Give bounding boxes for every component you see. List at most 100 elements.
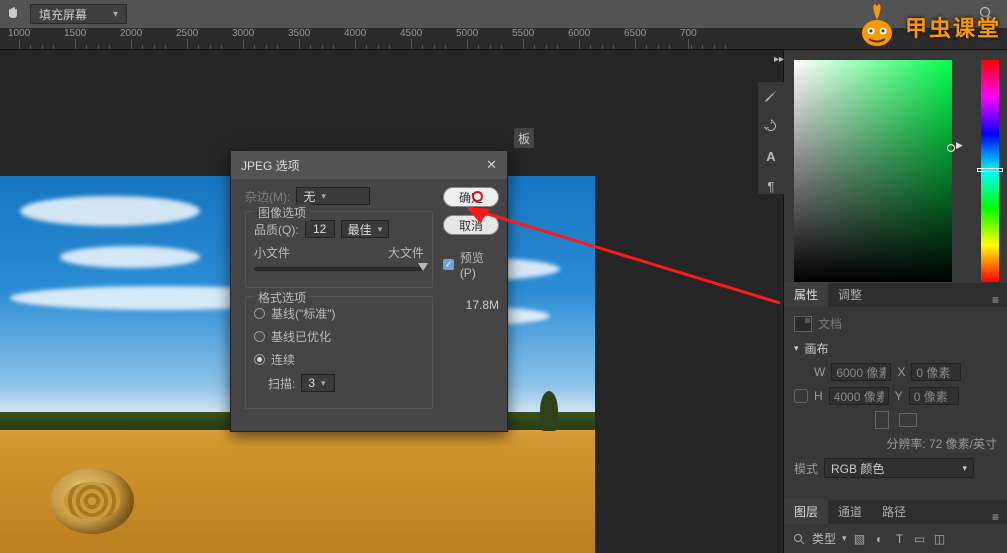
ruler-tick: 4000 (344, 28, 366, 39)
brush-icon[interactable] (763, 88, 779, 104)
canvas-area[interactable]: 板 JPEG 选项 ✕ 杂边(M): 无 ▾ 图像选项 (0, 50, 783, 553)
ruler-tick: 1500 (64, 28, 86, 39)
ruler-tick: 2500 (176, 28, 198, 39)
format-options-group: 格式选项 基线("标准") 基线已优化 连续 (245, 296, 433, 409)
ruler-tick: 6000 (568, 28, 590, 39)
color-field[interactable] (794, 60, 952, 282)
canvas-section-toggle[interactable]: ▾ 画布 (794, 340, 997, 357)
matte-dropdown: 无 ▾ (296, 187, 370, 205)
x-field[interactable] (911, 363, 961, 381)
image-options-group: 图像选项 品质(Q): 最佳 ▾ 小文件 大文件 (245, 211, 433, 288)
chevron-down-icon: ▾ (962, 463, 967, 474)
quality-preset-dropdown[interactable]: 最佳 ▾ (341, 220, 390, 238)
ok-button[interactable]: 确定 (443, 187, 499, 207)
layers-filter-bar: 类型 ▾ ▧ ◐ T ▭ ◫ (784, 524, 1007, 553)
hand-tool-icon (6, 6, 20, 23)
scans-value: 3 (308, 376, 315, 390)
radio-baseline-standard[interactable]: 基线("标准") (254, 305, 424, 322)
y-label: Y (895, 389, 903, 403)
history-icon[interactable] (763, 118, 779, 134)
cancel-button[interactable]: 取消 (443, 215, 499, 235)
quality-preset-value: 最佳 (348, 221, 372, 238)
quality-input[interactable] (305, 220, 335, 238)
tab-paths[interactable]: 路径 (872, 499, 916, 524)
doc-type-label: 文档 (818, 315, 842, 332)
x-label: X (897, 365, 905, 379)
radio-icon (254, 354, 265, 365)
height-label: H (814, 389, 823, 403)
close-icon[interactable]: ✕ (486, 157, 497, 173)
orientation-portrait-icon[interactable] (875, 411, 889, 429)
panel-menu-icon[interactable]: ≡ (984, 510, 1007, 524)
field-arrow-icon: ▶ (956, 140, 963, 151)
group-title-image-options: 图像选项 (254, 204, 310, 221)
collapsed-panel-strip: A ¶ (758, 82, 784, 194)
link-dims-icon[interactable] (794, 389, 808, 403)
fit-mode-value: 填充屏幕 (39, 6, 87, 23)
resolution-readout: 分辨率: 72 像素/英寸 (886, 435, 997, 452)
filter-type-icon[interactable]: T (893, 532, 907, 546)
fit-mode-dropdown[interactable]: 填充屏幕 ▾ (30, 4, 127, 24)
properties-tabs: 属性 调整 ≡ (784, 283, 1007, 307)
jpeg-options-dialog: JPEG 选项 ✕ 杂边(M): 无 ▾ 图像选项 品质(Q (230, 150, 508, 432)
radio-icon (254, 331, 265, 342)
tab-adjustments[interactable]: 调整 (828, 282, 872, 307)
chevron-down-icon: ▾ (378, 224, 383, 235)
matte-label: 杂边(M): (245, 188, 290, 205)
chevron-down-icon: ▾ (321, 378, 326, 389)
tab-layers[interactable]: 图层 (784, 499, 828, 524)
chevron-down-icon: ▾ (113, 9, 118, 20)
y-field[interactable] (909, 387, 959, 405)
panel-collapse-icon[interactable]: ▸▸ (774, 54, 784, 65)
search-icon[interactable] (792, 532, 806, 546)
scans-dropdown[interactable]: 3 ▾ (301, 374, 335, 392)
ruler-tick: 1000 (8, 28, 30, 39)
matte-value: 无 (303, 188, 315, 205)
filter-pixel-icon[interactable]: ▧ (853, 532, 867, 546)
checkbox-icon (443, 259, 454, 270)
filter-shape-icon[interactable]: ▭ (913, 532, 927, 546)
slider-knob[interactable] (418, 263, 428, 271)
width-field[interactable] (831, 363, 891, 381)
height-field[interactable] (829, 387, 889, 405)
preview-checkbox[interactable]: 预览(P) (443, 249, 499, 280)
filter-smart-icon[interactable]: ◫ (933, 532, 947, 546)
layers-tabs: 图层 通道 路径 ≡ (784, 500, 1007, 524)
type-panel-icon[interactable]: A (763, 148, 779, 164)
paragraph-panel-icon[interactable]: ¶ (763, 178, 779, 194)
radio-icon (254, 308, 265, 319)
ruler-tick: 6500 (624, 28, 646, 39)
radio-baseline-optimized[interactable]: 基线已优化 (254, 328, 424, 345)
mode-label: 模式 (794, 460, 818, 477)
chevron-down-icon: ▾ (321, 191, 326, 202)
tab-channels[interactable]: 通道 (828, 499, 872, 524)
panel-menu-icon[interactable]: ≡ (984, 293, 1007, 307)
chevron-down-icon: ▾ (794, 343, 799, 354)
watermark-logo: 甲虫课堂 (853, 0, 1001, 54)
cursor-indicator (472, 191, 483, 202)
large-file-label: 大文件 (388, 244, 424, 261)
filesize-readout: 17.8M (466, 298, 499, 312)
filter-adjust-icon[interactable]: ◐ (873, 532, 887, 546)
ruler-tick: 700 (680, 28, 697, 39)
dialog-title: JPEG 选项 (241, 157, 300, 174)
color-picker-panel: ▶ (784, 50, 1007, 283)
quality-label: 品质(Q): (254, 221, 299, 238)
color-mode-dropdown[interactable]: RGB 颜色 ▾ (824, 458, 974, 478)
tab-properties[interactable]: 属性 (784, 282, 828, 307)
ruler-tick: 5000 (456, 28, 478, 39)
ruler-tick: 4500 (400, 28, 422, 39)
properties-panel: 文档 ▾ 画布 W X H Y (784, 307, 1007, 492)
group-title-format-options: 格式选项 (254, 289, 310, 306)
width-label: W (814, 365, 825, 379)
radio-progressive[interactable]: 连续 (254, 351, 424, 368)
orientation-landscape-icon[interactable] (899, 413, 917, 427)
color-field-cursor (947, 144, 955, 152)
filter-type-label: 类型 (812, 530, 836, 547)
watermark-text: 甲虫课堂 (905, 11, 1001, 43)
hue-slider-knob[interactable] (977, 168, 1003, 172)
beetle-icon (853, 3, 901, 51)
quality-slider[interactable] (254, 267, 424, 271)
dialog-titlebar[interactable]: JPEG 选项 ✕ (231, 151, 507, 179)
panel-tab-stub[interactable]: 板 (514, 128, 534, 148)
